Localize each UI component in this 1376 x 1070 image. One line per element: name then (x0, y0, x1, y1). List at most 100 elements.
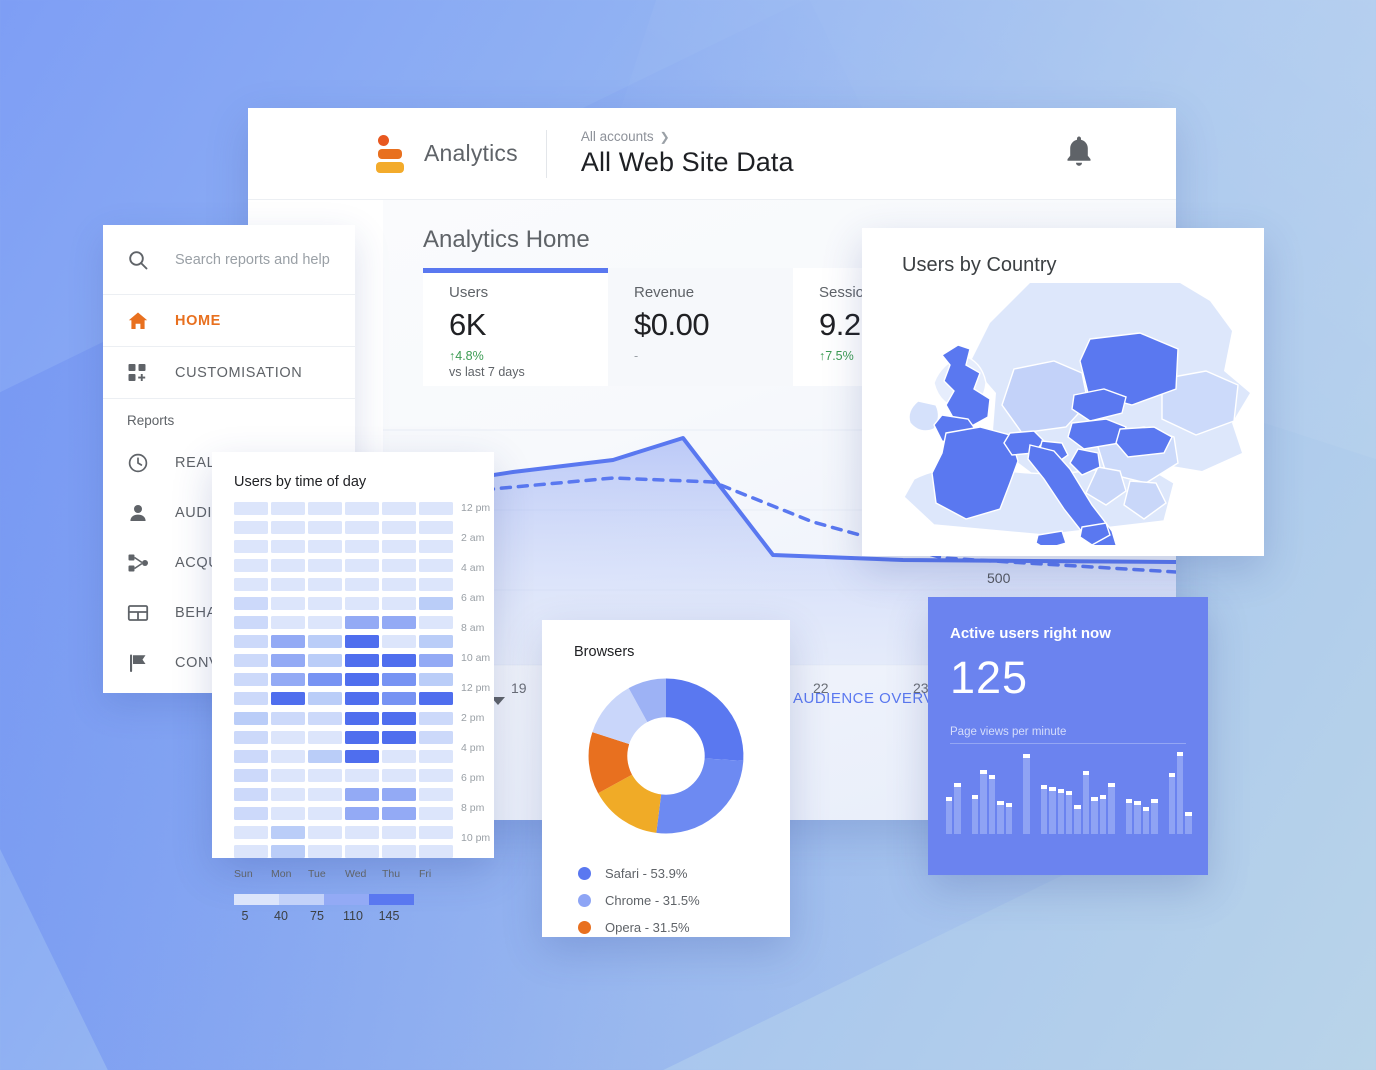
search-row[interactable]: Search reports and help (103, 225, 355, 295)
heatmap-cell (271, 616, 305, 630)
bar-cap (1151, 799, 1158, 803)
heatmap-cell (382, 578, 416, 592)
heatmap-cell (308, 578, 342, 592)
heatmap-cell (271, 597, 305, 611)
heatmap-cell (234, 502, 268, 515)
legend-dot-chrome (578, 894, 591, 907)
europe-map[interactable] (862, 283, 1264, 560)
heatmap-cell (382, 692, 416, 706)
heatmap-cell (382, 749, 416, 763)
heatmap-legend-values: 5 40 75 110 145 (234, 909, 494, 923)
breadcrumb[interactable]: All accounts ❯ (581, 129, 794, 144)
bar-cap (954, 783, 961, 787)
heatmap-cell (345, 787, 379, 801)
heatmap-cell (419, 711, 453, 725)
page-view-bar (1108, 783, 1115, 834)
bar-cap (1023, 754, 1030, 758)
search-input-placeholder[interactable]: Search reports and help (175, 252, 330, 268)
heatmap-body: 12 pm 2 am 4 am 6 am 8 am 10 am 12 pm 2 pm 4 pm 6… (234, 502, 494, 862)
heatmap-cell (345, 597, 379, 611)
heatmap-cell (382, 730, 416, 744)
page-view-bar (988, 775, 996, 834)
legend-item[interactable]: Chrome - 31.5% (578, 887, 790, 914)
sidebar-item-customisation[interactable]: CUSTOMISATION (103, 347, 355, 399)
heatmap-cell (308, 521, 342, 535)
notification-bell-icon[interactable] (1062, 133, 1096, 174)
heatmap-cell (345, 768, 379, 782)
heatmap-cell (234, 768, 268, 782)
heatmap-cell (382, 673, 416, 687)
customisation-icon (127, 362, 149, 384)
heatmap-cell (419, 787, 453, 801)
heatmap-cell (345, 540, 379, 554)
metric-card-revenue[interactable]: Revenue $0.00 - (608, 268, 793, 386)
legend-item[interactable]: Safari - 53.9% (578, 860, 790, 887)
heatmap-cell (234, 597, 268, 611)
heatmap-cell (345, 806, 379, 820)
heatmap-day-axis: Sun Mon Tue Wed Thu Fri (234, 868, 494, 880)
heatmap-cell (345, 502, 379, 515)
chevron-right-icon: ❯ (659, 129, 670, 144)
page-view-bar (1151, 799, 1158, 834)
browsers-card: Browsers Safari - 53.9% Chrome - 31.5% O… (542, 620, 790, 937)
y-axis-tick-500: 500 (987, 570, 1011, 586)
heatmap-hour-label: 6 am (461, 592, 485, 604)
heatmap-cell (382, 844, 416, 858)
page-view-bar (997, 801, 1004, 834)
bar-cap (1082, 771, 1090, 775)
account-selector[interactable]: All accounts ❯ All Web Site Data (581, 129, 794, 178)
legend-item[interactable]: Opera - 31.5% (578, 914, 790, 941)
breadcrumb-label: All accounts (580, 129, 654, 144)
heatmap-cell (308, 597, 342, 611)
heatmap-cell (308, 768, 342, 782)
heatmap-cell (345, 654, 379, 668)
heatmap-hour-label: 2 pm (461, 712, 485, 724)
metric-label: Users (449, 284, 489, 301)
heatmap-cell (271, 806, 305, 820)
heatmap-cell (419, 540, 453, 554)
heatmap-cell (234, 521, 268, 535)
heatmap-cell (271, 673, 305, 687)
page-view-bar (1099, 795, 1107, 834)
heatmap-cell (419, 806, 453, 820)
heatmap-cell (345, 749, 379, 763)
donut-svg (588, 678, 744, 834)
heatmap-cell (308, 559, 342, 573)
heatmap-cell (234, 578, 268, 592)
bar-cap (1142, 807, 1150, 811)
metric-subtext: vs last 7 days (449, 365, 525, 379)
users-by-country-card: Users by Country (862, 228, 1264, 560)
heatmap-day-label: Wed (345, 868, 367, 880)
page-view-bar (980, 770, 987, 834)
layout-icon (127, 602, 149, 624)
metric-card-users[interactable]: Users 6K ↑4.8% vs last 7 days (423, 268, 608, 386)
heatmap-cell (345, 578, 379, 592)
heatmap-cell (419, 654, 453, 668)
page-view-bar (1091, 797, 1098, 834)
heatmap-cell (308, 749, 342, 763)
heatmap-cell (382, 597, 416, 611)
heatmap-cell (308, 844, 342, 858)
page-view-bar (1185, 812, 1192, 834)
heatmap-cell (382, 787, 416, 801)
heatmap-cell (345, 730, 379, 744)
heatmap-cell (308, 692, 342, 706)
sidebar-item-home[interactable]: HOME (103, 295, 355, 347)
heatmap-cell (419, 502, 453, 515)
bar-cap (988, 775, 996, 779)
heatmap-cell (308, 654, 342, 668)
heatmap-cell (308, 673, 342, 687)
heatmap-cell (382, 521, 416, 535)
share-nodes-icon (127, 552, 149, 574)
page-view-bar (954, 783, 961, 834)
reports-section-heading: Reports (127, 413, 175, 428)
heatmap-cell (271, 502, 305, 515)
bar-cap (1091, 797, 1098, 801)
heatmap-cell (271, 825, 305, 839)
brand-logo-group[interactable]: Analytics (376, 134, 518, 173)
heatmap-cell (234, 711, 268, 725)
page-view-bar (1074, 805, 1081, 834)
metric-delta: ↑4.8% (449, 349, 484, 363)
heatmap-cell (308, 730, 342, 744)
heatmap-day-label: Sun (234, 868, 253, 880)
